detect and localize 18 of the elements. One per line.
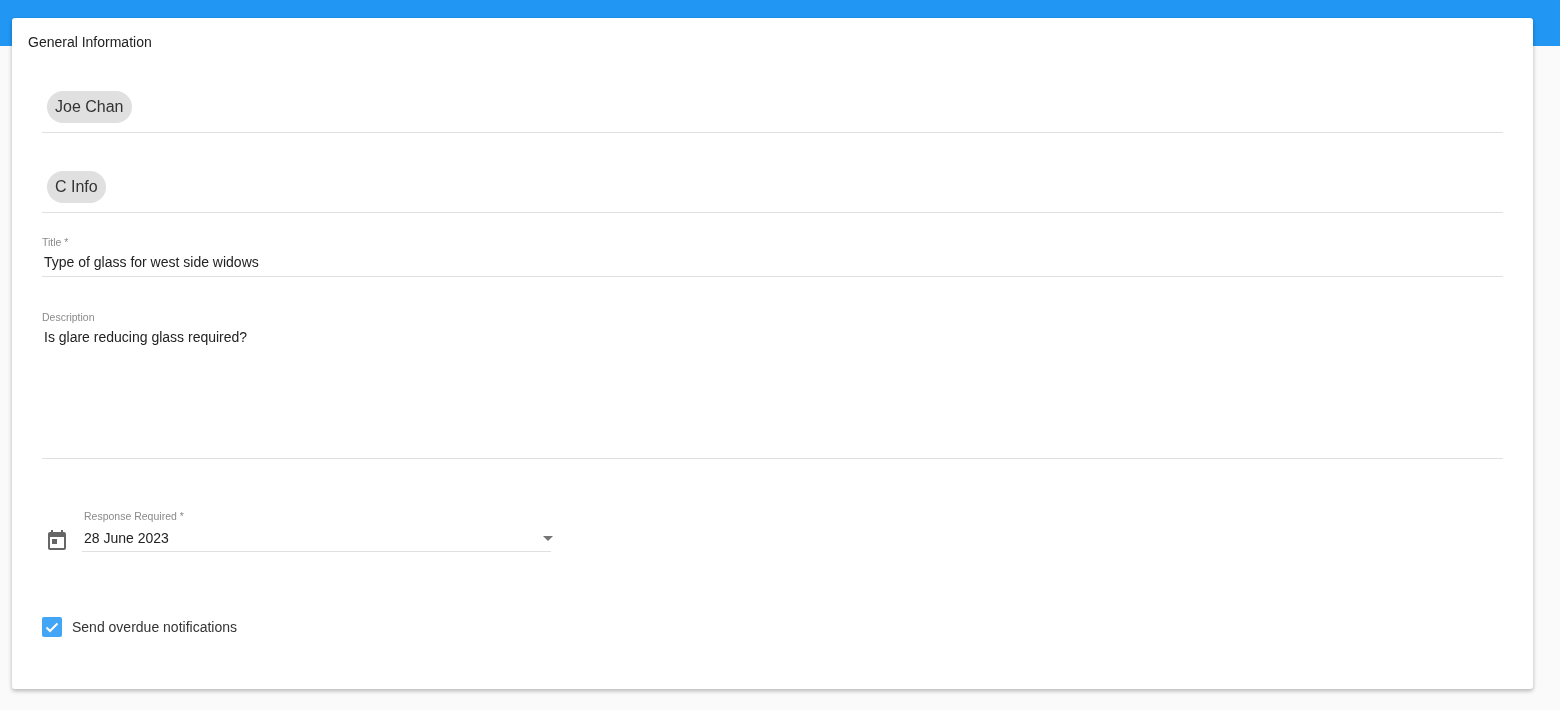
checkbox-label[interactable]: Send overdue notifications [72, 617, 237, 637]
field-label: Description [42, 311, 95, 323]
field-label: Response Required * [83, 510, 184, 522]
calendar-icon [48, 530, 66, 550]
caret-icon[interactable] [543, 535, 553, 541]
chip-field[interactable]: C Info [42, 171, 1503, 213]
field-value: 28 June 2023 [83, 529, 169, 548]
field-value: Type of glass for west side widows [43, 253, 259, 272]
field-label: Title * [42, 236, 69, 248]
chip-field[interactable]: Joe Chan [42, 91, 1503, 133]
field-value: Is glare reducing glass required? [43, 328, 248, 347]
textarea-field[interactable]: Description Is glare reducing glass required? [42, 311, 1503, 459]
text-field[interactable]: Title * Type of glass for west side widows [42, 236, 1503, 277]
tag-chip[interactable]: Joe Chan [47, 91, 132, 123]
card-title: General Information [28, 33, 152, 52]
checkbox[interactable] [42, 617, 62, 637]
tag-chip[interactable]: C Info [47, 171, 106, 203]
date-field[interactable]: Response Required * 28 June 2023 [82, 510, 551, 552]
